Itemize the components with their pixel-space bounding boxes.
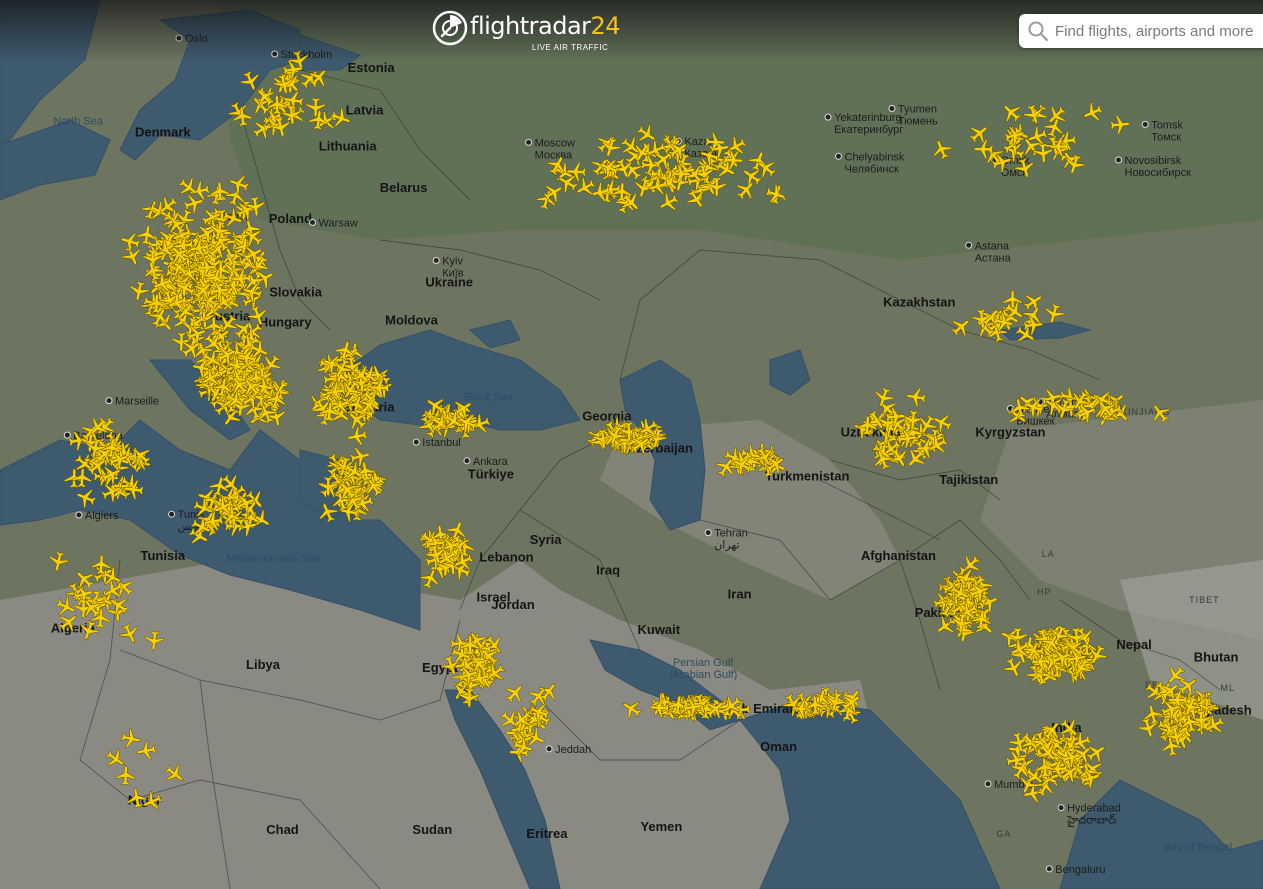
- flightradar24-logo[interactable]: flightradar24 LIVE AIR TRAFFIC: [432, 10, 622, 54]
- search-input[interactable]: [1049, 15, 1263, 47]
- logo-number: 24: [590, 12, 621, 40]
- logo-tagline: LIVE AIR TRAFFIC: [532, 43, 609, 52]
- search-icon: [1028, 21, 1049, 42]
- flight-map[interactable]: North Sea Black Sea Mediterranean Sea Persi…: [0, 0, 1263, 889]
- search-box[interactable]: [1019, 14, 1263, 48]
- logo-text: flightradar: [470, 12, 591, 40]
- map-canvas[interactable]: North SeaBlack SeaMediterranean SeaPersi…: [0, 0, 1263, 889]
- logo-wordmark: flightradar24: [470, 12, 621, 40]
- radar-logo-icon: [432, 10, 468, 46]
